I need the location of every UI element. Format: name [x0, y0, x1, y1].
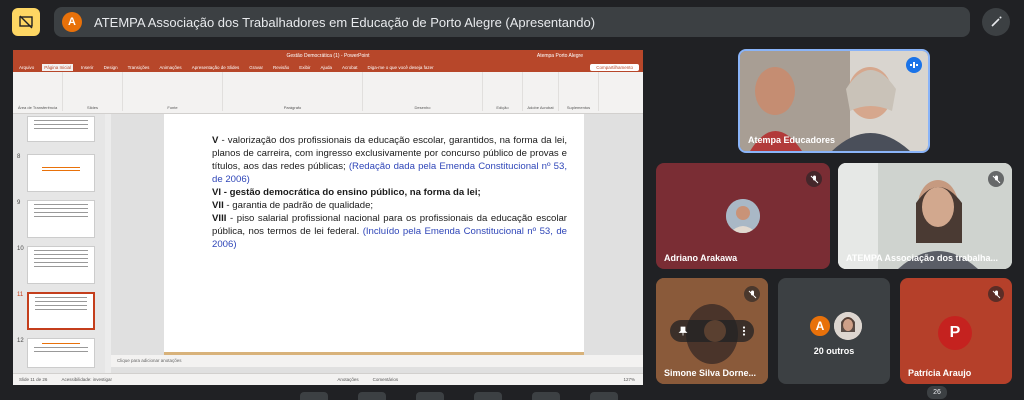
tab-ajuda[interactable]: Ajuda: [319, 64, 335, 71]
item-vii-numeral: VII: [212, 200, 224, 211]
ppt-filename: Gestão Democrática (1) - PowerPoint: [286, 53, 370, 59]
tab-design[interactable]: Design: [102, 64, 120, 71]
notes-pane[interactable]: Clique para adicionar anotações: [111, 355, 643, 367]
slide-thumbnail-selected[interactable]: [27, 292, 95, 330]
tab-inserir[interactable]: Inserir: [79, 64, 96, 71]
mic-off-icon: [744, 286, 760, 302]
participant-tile-atempa-educadores[interactable]: Atempa Educadores: [738, 49, 930, 153]
item-v: V - valorização dos profissionais da edu…: [212, 134, 567, 186]
slide-body-text: V - valorização dos profissionais da edu…: [212, 134, 567, 251]
present-off-icon: [19, 15, 33, 29]
tab-transicoes[interactable]: Transições: [126, 64, 152, 71]
avatar: [704, 320, 726, 342]
participant-tile-others[interactable]: A 20 outros: [778, 278, 890, 384]
thumb-number: 8: [17, 154, 21, 160]
ribbon-group-addins: Suplementos: [559, 72, 599, 111]
pin-icon[interactable]: [678, 326, 688, 336]
ribbon-group-editing: Edição: [483, 72, 523, 111]
mic-off-icon: [988, 286, 1004, 302]
ribbon-group-clipboard: Área de Transferência: [13, 72, 63, 111]
tab-pagina-inicial[interactable]: Página Inicial: [42, 63, 74, 71]
participant-tile-patricia-araujo[interactable]: P Patrícia Araujo: [900, 278, 1012, 384]
ppt-status-bar: Slide 11 de 26 Acessibilidade: investiga…: [13, 373, 643, 385]
item-vii-text: - garantia de padrão de qualidade;: [226, 200, 374, 211]
item-v-numeral: V: [212, 135, 219, 146]
item-viii-numeral: VIII: [212, 213, 227, 224]
participant-tile-simone-silva[interactable]: Simone Silva Dorne...: [656, 278, 768, 384]
item-vi-text: VI - gestão democrática do ensino públic…: [212, 187, 481, 198]
meeting-title-bar: A ATEMPA Associação dos Trabalhadores em…: [54, 7, 970, 37]
more-options-icon[interactable]: [742, 326, 746, 336]
slide-thumbnail[interactable]: [27, 154, 95, 192]
item-vii: VII - garantia de padrão de qualidade;: [212, 199, 567, 212]
thumb-number: 12: [17, 338, 24, 344]
tile-hover-controls: [670, 320, 754, 342]
ppt-share-button[interactable]: Compartilhamento: [590, 63, 639, 71]
participant-name: Patrícia Araujo: [908, 368, 972, 378]
thumb-number: 11: [17, 292, 24, 298]
zoom-level[interactable]: 127%: [623, 377, 635, 382]
ribbon-group-slides: Slides: [63, 72, 123, 111]
slide-counter: Slide 11 de 26: [19, 377, 48, 382]
accessibility-status[interactable]: Acessibilidade: investigar: [61, 377, 112, 382]
participant-name: Atempa Educadores: [748, 135, 836, 145]
mic-off-icon: [806, 171, 822, 187]
tab-arquivo[interactable]: Arquivo: [17, 64, 36, 71]
participant-name: ATEMPA Associação dos trabalha...: [846, 253, 999, 263]
shared-screen: Gestão Democrática (1) - PowerPoint Atem…: [13, 50, 643, 385]
avatar: A: [808, 314, 832, 338]
stop-presenting-button[interactable]: [12, 8, 40, 36]
ppt-user: Atempa Porto Alegre: [536, 53, 583, 59]
tab-animacoes[interactable]: Animações: [157, 64, 183, 71]
tell-me-search[interactable]: Diga-me o que você deseja fazer: [366, 64, 436, 71]
slide-thumbnail[interactable]: [27, 246, 95, 284]
current-slide[interactable]: V - valorização dos profissionais da edu…: [164, 114, 584, 355]
participant-name: Adriano Arakawa: [664, 253, 738, 263]
mic-off-icon: [988, 171, 1004, 187]
thumb-number: 9: [17, 200, 21, 206]
ribbon-group-font: Fonte: [123, 72, 223, 111]
annotate-button[interactable]: [982, 8, 1010, 36]
tab-exibir[interactable]: Exibir: [297, 64, 312, 71]
participant-tile-adriano-arakawa[interactable]: Adriano Arakawa: [656, 163, 830, 269]
comments-toggle[interactable]: Comentários: [373, 377, 399, 382]
ppt-ribbon: Área de Transferência Slides Fonte Parág…: [13, 72, 643, 114]
presenter-avatar: A: [62, 12, 82, 32]
slide-thumbnail[interactable]: [27, 116, 95, 142]
slide-thumbnail[interactable]: [27, 338, 95, 368]
item-vi: VI - gestão democrática do ensino públic…: [212, 186, 567, 199]
ribbon-group-paragraph: Parágrafo: [223, 72, 363, 111]
avatar: P: [938, 316, 972, 350]
tab-acrobat[interactable]: Acrobat: [340, 64, 360, 71]
slide-canvas: V - valorização dos profissionais da edu…: [111, 114, 643, 373]
participant-tile-atempa-associacao[interactable]: ATEMPA Associação dos trabalha...: [838, 163, 1012, 269]
speaking-indicator-icon: [906, 57, 922, 73]
tab-apresentacao[interactable]: Apresentação de Slides: [190, 64, 242, 71]
ppt-ribbon-tabs: Arquivo Página Inicial Inserir Design Tr…: [13, 62, 643, 72]
meeting-title: ATEMPA Associação dos Trabalhadores em E…: [94, 14, 596, 30]
pencil-sparkle-icon: [991, 16, 1002, 27]
avatar: [726, 199, 760, 233]
participant-name: Simone Silva Dorne...: [664, 368, 757, 378]
thumb-number: 10: [17, 246, 24, 252]
tab-revisao[interactable]: Revisão: [271, 64, 291, 71]
avatar: [834, 312, 862, 340]
slide-thumbnail[interactable]: [27, 200, 95, 238]
meeting-top-bar: A ATEMPA Associação dos Trabalhadores em…: [0, 0, 1024, 44]
notes-toggle[interactable]: Anotações: [337, 377, 358, 382]
participant-count-badge[interactable]: 26: [927, 386, 947, 399]
others-count: 20 outros: [813, 346, 855, 356]
ppt-workspace: 8 9 10 11 12 V - valorização dos profiss…: [13, 114, 643, 373]
tab-gravar[interactable]: Gravar: [247, 64, 265, 71]
item-viii: VIII - piso salarial profissional nacion…: [212, 212, 567, 251]
ribbon-group-acrobat: Adobe Acrobat: [523, 72, 559, 111]
slide-thumbnail-pane: 8 9 10 11 12: [13, 114, 105, 373]
ppt-title-bar: Gestão Democrática (1) - PowerPoint Atem…: [13, 50, 643, 62]
ribbon-group-drawing: Desenho: [363, 72, 483, 111]
